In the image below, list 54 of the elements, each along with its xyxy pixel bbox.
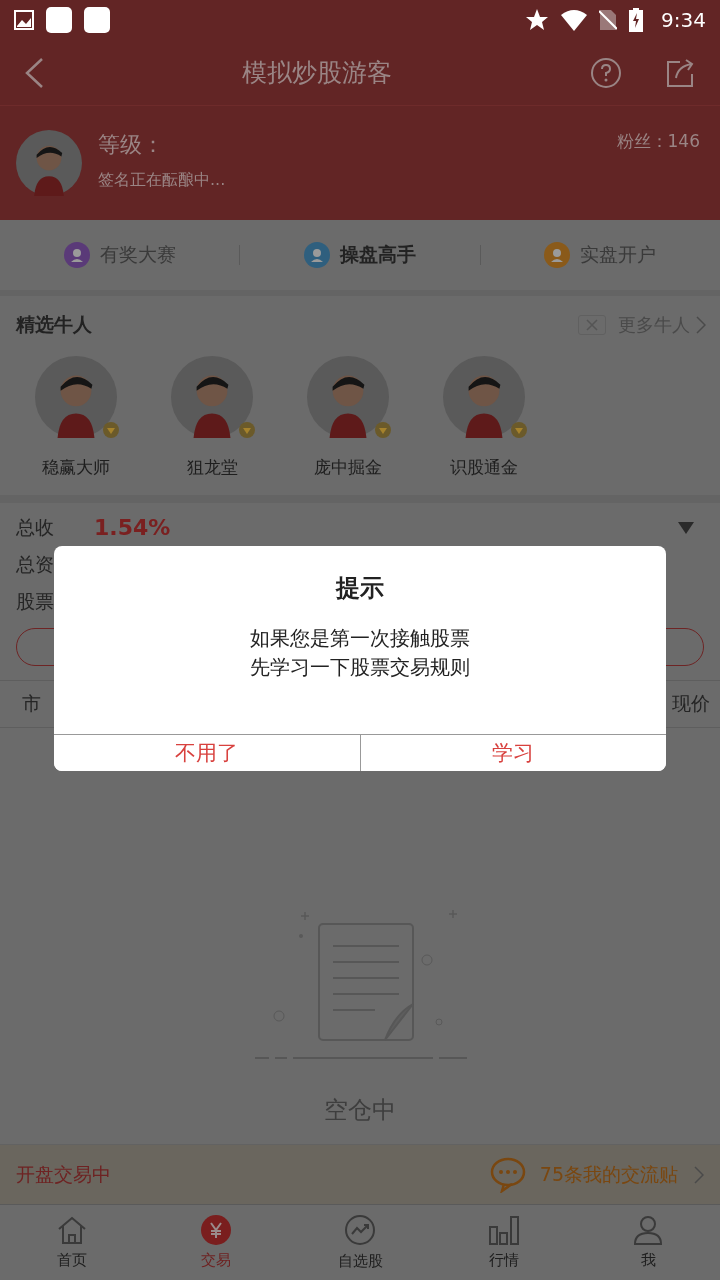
- section-title: 精选牛人: [16, 312, 93, 337]
- house-icon: [56, 1215, 88, 1245]
- summary-label: 股票: [16, 588, 54, 614]
- signature-text: 签名正在酝酿中...: [98, 170, 227, 191]
- trader-name[interactable]: 识股通金: [450, 456, 518, 479]
- dropdown-icon[interactable]: [678, 521, 694, 534]
- avatar-icon: [307, 356, 389, 438]
- bar-chart-icon: [488, 1215, 520, 1245]
- nav-tab[interactable]: 我: [576, 1205, 720, 1280]
- level-label: 等级：: [98, 131, 165, 159]
- diamond-badge-icon: [103, 422, 119, 438]
- diamond-badge-icon: [239, 422, 255, 438]
- nav-tab[interactable]: 行情: [432, 1205, 576, 1280]
- summary-label: 总收: [16, 514, 54, 540]
- battery-icon: [629, 8, 644, 32]
- yen-icon: [201, 1215, 231, 1245]
- summary-label: 总资: [16, 551, 54, 577]
- page-title: 模拟炒股游客: [241, 57, 393, 89]
- trader-name[interactable]: 稳赢大师: [42, 456, 110, 479]
- fans-count: 粉丝：146: [616, 130, 700, 153]
- dialog-button[interactable]: 学习: [359, 735, 666, 771]
- notification-icon: [46, 7, 72, 33]
- nav-tab[interactable]: 自选股: [288, 1205, 432, 1280]
- trader-name[interactable]: 狙龙堂: [186, 456, 238, 479]
- share-icon[interactable]: [666, 57, 696, 88]
- no-sim-icon: [599, 9, 618, 31]
- chevron-right-icon: [696, 316, 706, 334]
- avatar-icon: [16, 130, 82, 196]
- nav-tab[interactable]: 交易: [144, 1205, 288, 1280]
- chevron-right-icon[interactable]: [694, 1165, 704, 1184]
- nav-tab[interactable]: 首页: [0, 1205, 144, 1280]
- market-status: 开盘交易中: [16, 1161, 112, 1187]
- shortcut-link[interactable]: 操盘高手: [240, 242, 480, 268]
- summary-value: 1.54%: [94, 515, 171, 540]
- avatar-icon: [171, 356, 253, 438]
- avatar-icon: [35, 356, 117, 438]
- star-icon: [525, 8, 550, 32]
- notification-icon: [84, 7, 110, 33]
- wifi-icon: [561, 9, 588, 31]
- back-icon[interactable]: [24, 56, 44, 89]
- trader-name[interactable]: 庞中掘金: [314, 456, 382, 479]
- dialog-title: 提示: [334, 573, 385, 604]
- column-header: 现价: [672, 691, 710, 716]
- image-icon: [14, 10, 34, 30]
- trend-icon: [344, 1214, 376, 1246]
- person-icon: [633, 1215, 663, 1245]
- avatar-icon: [443, 356, 525, 438]
- dialog-message-line: 先学习一下股票交易规则: [250, 654, 470, 681]
- column-header: 市: [22, 691, 41, 716]
- diamond-badge-icon: [375, 422, 391, 438]
- help-icon[interactable]: [590, 56, 622, 89]
- status-time: 9:34: [661, 8, 706, 32]
- dialog-message-line: 如果您是第一次接触股票: [250, 625, 470, 652]
- diamond-badge-icon: [511, 422, 527, 438]
